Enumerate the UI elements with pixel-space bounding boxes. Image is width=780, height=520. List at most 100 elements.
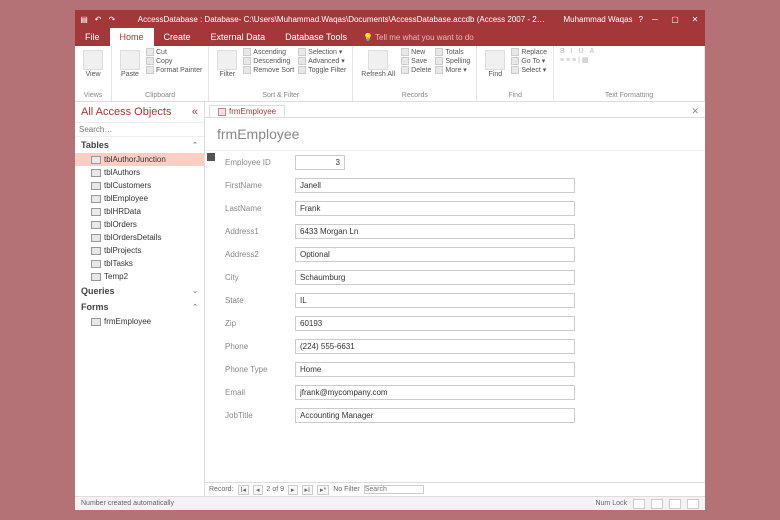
totals-button[interactable]: Totals [435, 48, 470, 56]
close-button[interactable]: ✕ [689, 15, 701, 24]
last-record-button[interactable]: ▸I [302, 485, 313, 495]
goto-button[interactable]: Go To ▾ [511, 57, 547, 65]
close-tab-button[interactable]: ✕ [691, 106, 699, 117]
input-employee-id[interactable] [295, 155, 345, 170]
label-jobtitle: JobTitle [225, 411, 295, 420]
design-view-button[interactable] [687, 499, 699, 509]
form-header: frmEmployee [205, 118, 705, 150]
input-address2[interactable] [295, 247, 575, 262]
ribbon-group-records: Refresh All New Save Delete Totals Spell… [353, 46, 477, 101]
form-view-button[interactable] [633, 499, 645, 509]
maximize-button[interactable]: ▢ [669, 15, 681, 24]
nav-item-table[interactable]: tblHRData [75, 205, 204, 218]
nav-item-table[interactable]: tblOrdersDetails [75, 231, 204, 244]
prev-record-button[interactable]: ◂ [253, 485, 263, 495]
advanced-button[interactable]: Advanced ▾ [298, 57, 346, 65]
remove-sort-button[interactable]: Remove Sort [243, 66, 294, 74]
nav-item-table[interactable]: tblOrders [75, 218, 204, 231]
select-button[interactable]: Select ▾ [511, 66, 547, 74]
cut-button[interactable]: Cut [146, 48, 202, 56]
nav-category-forms[interactable]: Forms⌃ [75, 299, 204, 315]
delete-button[interactable]: Delete [401, 66, 431, 74]
ribbon-group-sort-filter: Filter Ascending Descending Remove Sort … [209, 46, 353, 101]
help-icon[interactable]: ? [639, 15, 643, 24]
input-city[interactable] [295, 270, 575, 285]
tab-home[interactable]: Home [110, 28, 154, 46]
filter-button[interactable]: Filter [215, 48, 239, 80]
tab-external-data[interactable]: External Data [201, 28, 276, 46]
input-jobtitle[interactable] [295, 408, 575, 423]
chevron-down-icon: ⌄ [192, 287, 198, 295]
undo-icon[interactable]: ↶ [93, 14, 103, 24]
first-record-button[interactable]: I◂ [238, 485, 249, 495]
label-address1: Address1 [225, 227, 295, 236]
user-name[interactable]: Muhammad Waqas [563, 15, 632, 24]
minimize-button[interactable]: ─ [649, 15, 661, 24]
tab-database-tools[interactable]: Database Tools [275, 28, 357, 46]
record-search-input[interactable] [364, 485, 424, 494]
tell-me[interactable]: 💡 Tell me what you want to do [363, 33, 474, 42]
datasheet-view-button[interactable] [651, 499, 663, 509]
input-email[interactable] [295, 385, 575, 400]
nav-item-table[interactable]: tblProjects [75, 244, 204, 257]
new-button[interactable]: New [401, 48, 431, 56]
input-address1[interactable] [295, 224, 575, 239]
table-icon [91, 260, 101, 268]
label-employee-id: Employee ID [225, 158, 295, 167]
table-icon [91, 247, 101, 255]
no-filter-label[interactable]: No Filter [333, 486, 359, 493]
new-record-button[interactable]: ▸* [317, 485, 329, 495]
input-phone-type[interactable] [295, 362, 575, 377]
ascending-button[interactable]: Ascending [243, 48, 294, 56]
document-tabs: frmEmployee ✕ [205, 102, 705, 118]
input-phone[interactable] [295, 339, 575, 354]
save-button[interactable]: Save [401, 57, 431, 65]
navigation-pane: All Access Objects« Tables⌃ tblAuthorJun… [75, 102, 205, 496]
next-record-button[interactable]: ▸ [288, 485, 298, 495]
input-state[interactable] [295, 293, 575, 308]
save-icon[interactable]: ▤ [79, 14, 89, 24]
nav-header[interactable]: All Access Objects« [75, 102, 204, 123]
format-painter-button[interactable]: Format Painter [146, 66, 202, 74]
nav-item-form[interactable]: frmEmployee [75, 315, 204, 328]
table-icon [91, 208, 101, 216]
table-icon [91, 169, 101, 177]
descending-button[interactable]: Descending [243, 57, 294, 65]
view-button[interactable]: View [81, 48, 105, 80]
input-zip[interactable] [295, 316, 575, 331]
status-text: Number created automatically [81, 500, 174, 507]
layout-view-button[interactable] [669, 499, 681, 509]
nav-item-table[interactable]: tblAuthors [75, 166, 204, 179]
label-zip: Zip [225, 319, 295, 328]
record-selector[interactable] [207, 153, 215, 161]
tab-create[interactable]: Create [154, 28, 201, 46]
selection-button[interactable]: Selection ▾ [298, 48, 346, 56]
toggle-filter-button[interactable]: Toggle Filter [298, 66, 346, 74]
spelling-button[interactable]: Spelling [435, 57, 470, 65]
chevron-up-icon: ⌃ [192, 303, 198, 311]
input-lastname[interactable] [295, 201, 575, 216]
replace-button[interactable]: Replace [511, 48, 547, 56]
redo-icon[interactable]: ↷ [107, 14, 117, 24]
nav-item-table[interactable]: tblTasks [75, 257, 204, 270]
status-bar: Number created automatically Num Lock [75, 496, 705, 510]
nav-item-table[interactable]: tblAuthorJunction [75, 153, 204, 166]
nav-collapse-icon[interactable]: « [192, 106, 198, 118]
more-button[interactable]: More ▾ [435, 66, 470, 74]
input-firstname[interactable] [295, 178, 575, 193]
label-phone-type: Phone Type [225, 365, 295, 374]
nav-item-table[interactable]: tblCustomers [75, 179, 204, 192]
document-tab[interactable]: frmEmployee [209, 105, 285, 117]
nav-category-tables[interactable]: Tables⌃ [75, 137, 204, 153]
paste-button[interactable]: Paste [118, 48, 142, 80]
copy-button[interactable]: Copy [146, 57, 202, 65]
tab-file[interactable]: File [75, 28, 110, 46]
window-buttons: ─ ▢ ✕ [649, 15, 701, 24]
record-position: 2 of 9 [267, 486, 285, 493]
nav-item-table[interactable]: tblEmployee [75, 192, 204, 205]
nav-search-input[interactable] [79, 125, 200, 134]
find-button[interactable]: Find [483, 48, 507, 80]
nav-item-table[interactable]: Temp2 [75, 270, 204, 283]
refresh-all-button[interactable]: Refresh All [359, 48, 397, 80]
nav-category-queries[interactable]: Queries⌄ [75, 283, 204, 299]
